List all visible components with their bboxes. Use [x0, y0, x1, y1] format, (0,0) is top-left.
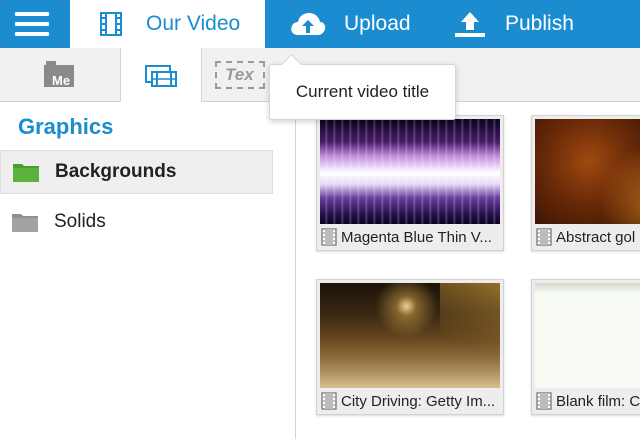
menu-icon-bar — [15, 22, 49, 26]
menu-icon-bar — [15, 32, 49, 36]
folder-icon — [13, 162, 39, 182]
text-icon: Tex — [215, 61, 265, 89]
tab-our-video[interactable]: Our Video — [70, 0, 265, 48]
sidebar-item-label: Solids — [54, 211, 106, 232]
tab-media-label: Me — [52, 73, 71, 88]
thumbnail-image — [535, 283, 640, 388]
tab-upload[interactable]: Upload — [290, 0, 411, 48]
thumbnail-image — [320, 283, 500, 388]
media-caption-text: Abstract gol — [556, 228, 636, 246]
tab-text-label: Tex — [225, 65, 254, 84]
tab-publish-label: Publish — [505, 12, 574, 35]
media-caption-text: Magenta Blue Thin V... — [341, 228, 492, 246]
hamburger-menu-button[interactable] — [0, 0, 64, 48]
film-strip-icon — [536, 228, 552, 246]
tab-publish[interactable]: Publish — [455, 0, 574, 48]
thumbnail-image — [535, 119, 640, 224]
media-card-abstract-gold[interactable]: Abstract gol — [531, 115, 640, 251]
tooltip-text: Current video title — [295, 82, 430, 101]
publish-icon — [455, 11, 485, 37]
tab-graphics[interactable] — [121, 48, 202, 103]
tab-our-video-label: Our Video — [146, 12, 241, 35]
media-caption-text: City Driving: Getty Im... — [341, 392, 496, 410]
media-card-blank-film[interactable]: Blank film: C — [531, 279, 640, 415]
sidebar-item-label: Backgrounds — [55, 161, 177, 182]
media-caption: Magenta Blue Thin V... — [321, 226, 503, 248]
thumbnail-image — [320, 119, 500, 224]
menu-icon — [15, 12, 49, 16]
media-icon: Me — [44, 61, 76, 89]
folder-icon — [12, 212, 38, 232]
cloud-upload-icon — [290, 12, 326, 36]
media-card-magenta-blue[interactable]: Magenta Blue Thin V... — [316, 115, 504, 251]
tab-media[interactable]: Me — [0, 48, 121, 102]
media-grid: Magenta Blue Thin V... Abstract gol City… — [297, 102, 640, 439]
top-nav-bar: Our Video Upload Publish — [0, 0, 640, 48]
sidebar-title: Graphics — [18, 114, 114, 139]
media-caption-text: Blank film: C — [556, 392, 640, 410]
film-strip-icon — [536, 392, 552, 410]
graphics-sidebar: Graphics Backgrounds Solids — [0, 102, 296, 439]
media-caption: Blank film: C — [536, 390, 640, 412]
sidebar-item-solids[interactable]: Solids — [0, 200, 273, 244]
film-icon — [100, 12, 122, 36]
sidebar-item-backgrounds[interactable]: Backgrounds — [0, 150, 273, 194]
film-strip-icon — [321, 392, 337, 410]
video-title-tooltip: Current video title — [269, 64, 456, 120]
media-card-city-driving[interactable]: City Driving: Getty Im... — [316, 279, 504, 415]
media-caption: City Driving: Getty Im... — [321, 390, 503, 412]
tab-upload-label: Upload — [344, 12, 411, 35]
media-caption: Abstract gol — [536, 226, 640, 248]
graphics-icon — [145, 64, 177, 87]
film-strip-icon — [321, 228, 337, 246]
